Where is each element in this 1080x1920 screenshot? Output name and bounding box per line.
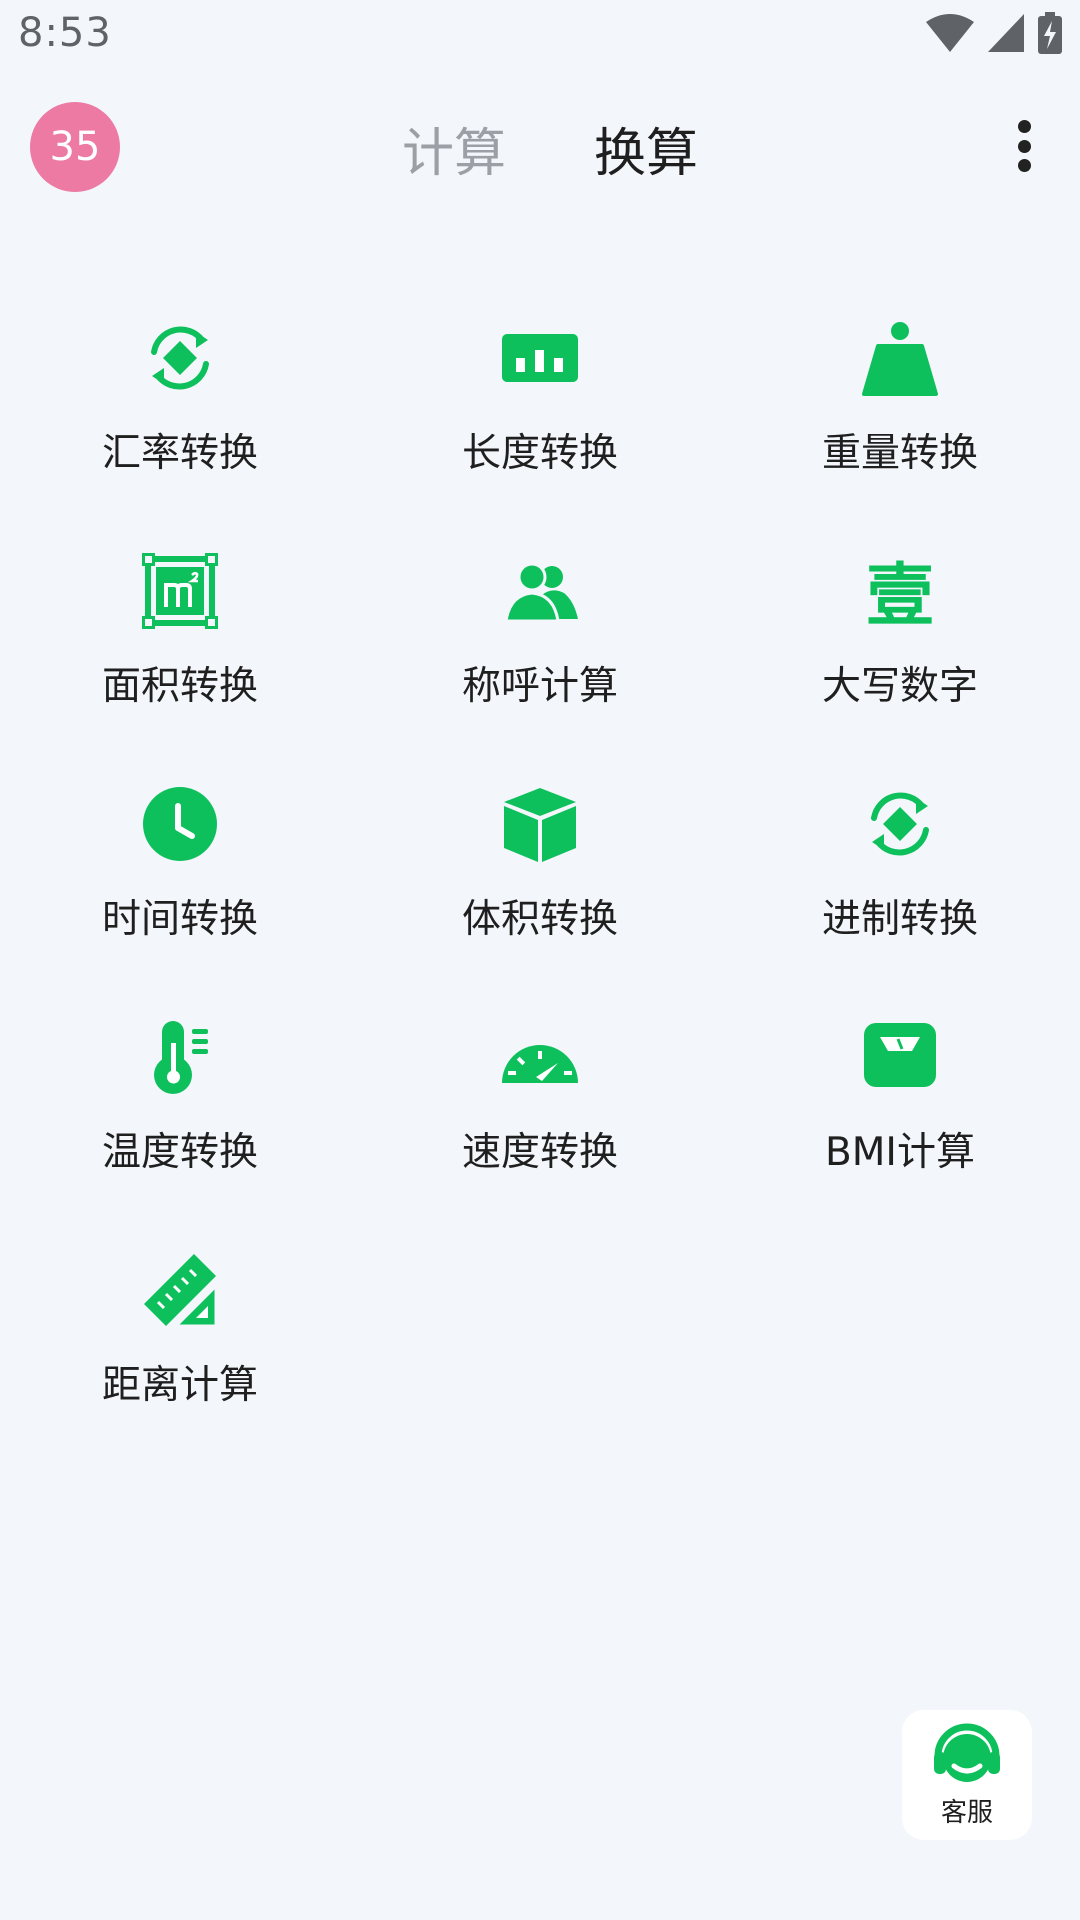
chinese-numeral-icon: 壹 <box>862 553 938 629</box>
scale-icon <box>862 1019 938 1095</box>
grid-item-volume[interactable]: 体积转换 <box>360 786 720 1019</box>
ruler-length-icon <box>502 320 578 396</box>
tab-calculate[interactable]: 计算 <box>402 111 506 186</box>
grid-item-length[interactable]: 长度转换 <box>360 320 720 553</box>
triangle-ruler-icon <box>142 1252 218 1328</box>
app-bar: 计算 换算 35 <box>0 96 1080 200</box>
grid-item-label: 重量转换 <box>821 431 978 476</box>
grid-item-speed[interactable]: 速度转换 <box>360 1019 720 1252</box>
grid-item-label: 汇率转换 <box>101 431 258 476</box>
tab-convert[interactable]: 换算 <box>594 111 698 186</box>
grid-item-label: BMI计算 <box>825 1130 975 1175</box>
grid-item-chinese-numeral[interactable]: 壹 大写数字 <box>720 553 1080 786</box>
grid-item-label: 速度转换 <box>461 1130 618 1175</box>
tab-bar: 计算 换算 <box>0 96 1080 200</box>
wifi-icon <box>926 14 974 56</box>
svg-text:壹: 壹 <box>866 556 934 629</box>
avatar[interactable]: 35 <box>30 102 120 192</box>
grid-item-label: 温度转换 <box>101 1130 258 1175</box>
area-m2-icon <box>142 553 218 629</box>
status-icons <box>926 12 1062 58</box>
grid-item-address[interactable]: 称呼计算 <box>360 553 720 786</box>
tool-grid: 汇率转换 长度转换 重量转换 面积转换 称呼计算 壹 大写数字 时间转换 体积转… <box>0 320 1080 1485</box>
customer-service-button[interactable]: 客服 <box>902 1710 1032 1840</box>
grid-item-label: 体积转换 <box>461 897 618 942</box>
grid-item-label: 时间转换 <box>101 897 258 942</box>
customer-service-label: 客服 <box>940 1798 993 1828</box>
clock-icon <box>142 786 218 862</box>
grid-item-label: 长度转换 <box>461 431 618 476</box>
grid-item-label: 进制转换 <box>821 897 978 942</box>
battery-charging-icon <box>1038 12 1062 58</box>
headset-icon <box>934 1723 1000 1782</box>
people-icon <box>502 553 578 629</box>
grid-item-area[interactable]: 面积转换 <box>0 553 360 786</box>
grid-item-distance[interactable]: 距离计算 <box>0 1252 360 1485</box>
grid-item-label: 距离计算 <box>101 1363 258 1408</box>
base-convert-icon <box>862 786 938 862</box>
grid-item-exchange-rate[interactable]: 汇率转换 <box>0 320 360 553</box>
grid-item-bmi[interactable]: BMI计算 <box>720 1019 1080 1252</box>
grid-item-label: 面积转换 <box>101 664 258 709</box>
grid-item-time[interactable]: 时间转换 <box>0 786 360 1019</box>
more-vert-icon[interactable] <box>994 116 1054 176</box>
status-bar: 8:53 <box>0 0 1080 72</box>
grid-item-label: 大写数字 <box>821 664 978 709</box>
exchange-rate-icon <box>142 320 218 396</box>
cell-signal-icon <box>988 14 1024 56</box>
thermometer-icon <box>142 1019 218 1095</box>
status-time: 8:53 <box>18 10 112 56</box>
cube-icon <box>502 786 578 862</box>
weight-icon <box>862 320 938 396</box>
grid-item-temperature[interactable]: 温度转换 <box>0 1019 360 1252</box>
grid-item-label: 称呼计算 <box>461 664 618 709</box>
grid-item-weight[interactable]: 重量转换 <box>720 320 1080 553</box>
grid-item-base[interactable]: 进制转换 <box>720 786 1080 1019</box>
speedometer-icon <box>502 1019 578 1095</box>
